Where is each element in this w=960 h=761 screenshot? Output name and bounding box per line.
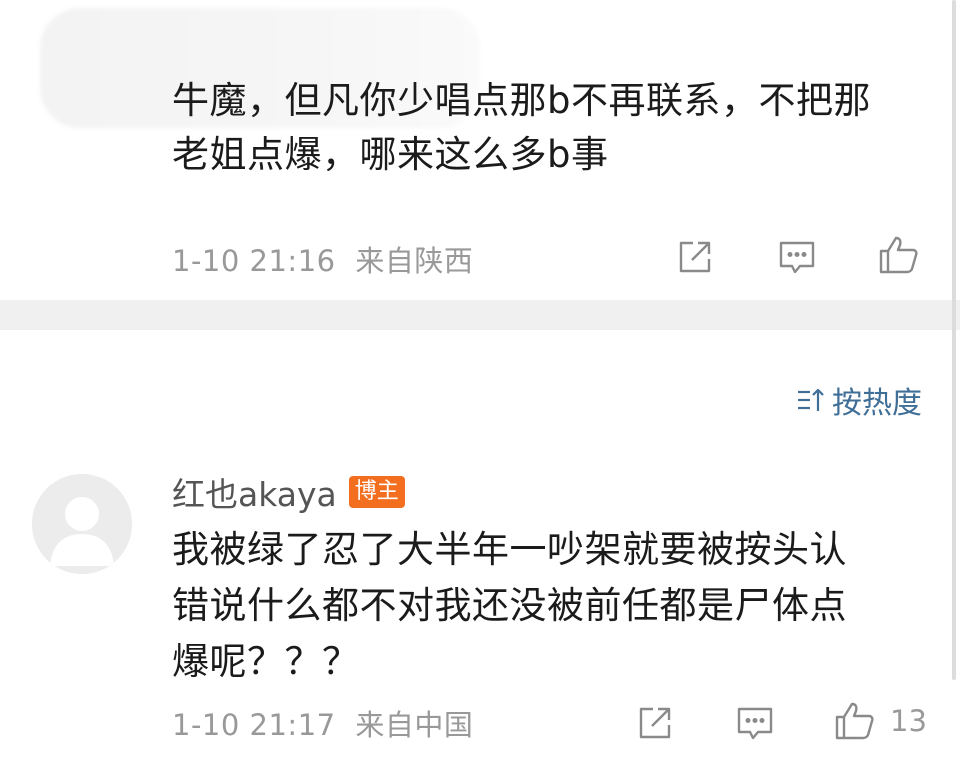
- comment-2-meta: 1-10 21:17 来自中国: [172, 702, 473, 744]
- sort-icon: [796, 385, 826, 415]
- comment-2-timestamp: 1-10 21:17: [172, 708, 336, 742]
- comment-1-line-2: 老姐点爆，哪来这么多b事: [172, 133, 609, 176]
- comment-2-username-row: 红也akaya 博主: [172, 468, 405, 516]
- sort-label: 按热度: [832, 386, 922, 421]
- like-count: 13: [890, 704, 927, 738]
- comment-1-meta: 1-10 21:16 来自陕西: [172, 238, 473, 280]
- comment-1-location: 来自陕西: [355, 244, 474, 278]
- like-icon[interactable]: [878, 234, 920, 276]
- comment-2-line-1: 我被绿了忍了大半年一吵架就要被按头认: [172, 528, 847, 571]
- share-icon[interactable]: [636, 704, 674, 742]
- comment-1-timestamp: 1-10 21:16: [172, 244, 336, 278]
- scrollbar[interactable]: [952, 0, 956, 680]
- avatar-placeholder-icon: [32, 474, 132, 574]
- username[interactable]: 红也akaya: [172, 468, 337, 516]
- comment-feed: 牛魔，但凡你少唱点那b不再联系，不把那 老姐点爆，哪来这么多b事 1-10 21…: [0, 0, 960, 761]
- comment-2-line-2: 错说什么都不对我还没被前任都是尸体点: [172, 584, 847, 627]
- share-icon[interactable]: [676, 238, 714, 276]
- comment-2-location: 来自中国: [355, 708, 474, 742]
- comment-2-text: 我被绿了忍了大半年一吵架就要被按头认 错说什么都不对我还没被前任都是尸体点 爆呢…: [172, 522, 847, 690]
- blogger-badge: 博主: [348, 476, 405, 508]
- comment-1-line-1: 牛魔，但凡你少唱点那b不再联系，不把那: [172, 79, 871, 122]
- comment-icon[interactable]: [736, 704, 774, 742]
- like-icon[interactable]: [834, 700, 876, 742]
- sort-by-heat-button[interactable]: 按热度: [796, 378, 922, 422]
- comment-2-line-3: 爆呢？？？: [172, 640, 360, 683]
- section-separator: [0, 300, 960, 330]
- avatar[interactable]: [32, 474, 132, 574]
- comment-icon[interactable]: [778, 238, 816, 276]
- comment-1-text: 牛魔，但凡你少唱点那b不再联系，不把那 老姐点爆，哪来这么多b事: [172, 74, 871, 182]
